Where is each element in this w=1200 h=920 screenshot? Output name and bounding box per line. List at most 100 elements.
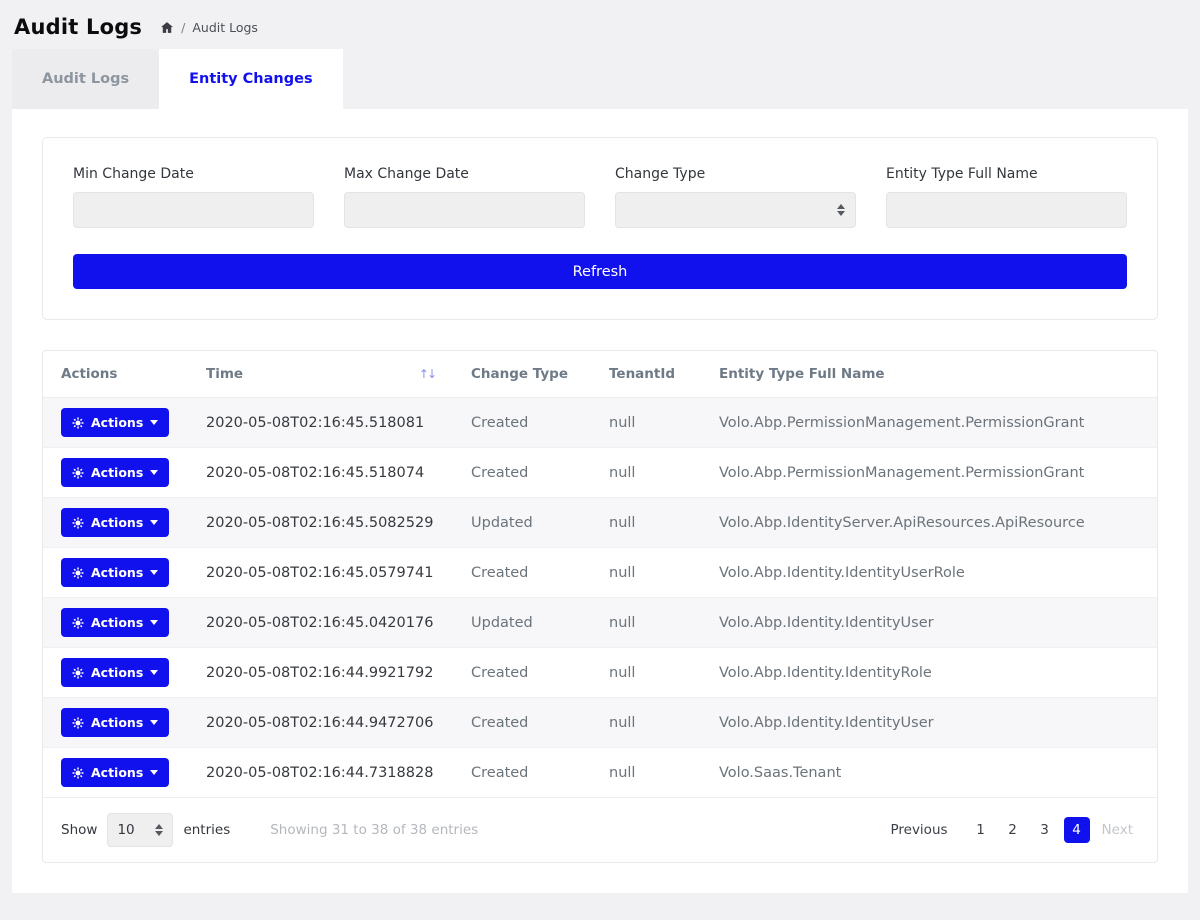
gear-icon bbox=[72, 617, 84, 629]
time-cell: 2020-05-08T02:16:45.5082529 bbox=[188, 498, 453, 548]
change-type-cell: Created bbox=[453, 448, 591, 498]
gear-icon bbox=[72, 717, 84, 729]
page-size-value: 10 bbox=[117, 822, 134, 838]
filter-card: Min Change Date Max Change Date Change T… bbox=[42, 137, 1158, 320]
gear-icon bbox=[72, 417, 84, 429]
change-type-cell: Created bbox=[453, 548, 591, 598]
pagination-previous[interactable]: Previous bbox=[884, 817, 953, 843]
tenant-id-cell: null bbox=[591, 398, 701, 448]
table-card: Actions Time ↑↓ Change Type TenantId Ent… bbox=[42, 350, 1158, 863]
breadcrumb-separator: / bbox=[181, 20, 185, 35]
tenant-id-cell: null bbox=[591, 698, 701, 748]
table-row: Actions 2020-05-08T02:16:44.7318828 Crea… bbox=[43, 748, 1157, 798]
row-actions-label: Actions bbox=[91, 615, 143, 630]
row-actions-label: Actions bbox=[91, 765, 143, 780]
row-actions-button[interactable]: Actions bbox=[61, 558, 169, 587]
caret-down-icon bbox=[150, 470, 158, 475]
entries-summary: Showing 31 to 38 of 38 entries bbox=[270, 822, 478, 838]
breadcrumb: / Audit Logs bbox=[160, 20, 258, 35]
gear-icon bbox=[72, 567, 84, 579]
column-header-change-type: Change Type bbox=[453, 351, 591, 398]
page-size-select[interactable]: 10 bbox=[107, 813, 173, 847]
time-cell: 2020-05-08T02:16:45.518081 bbox=[188, 398, 453, 448]
row-actions-label: Actions bbox=[91, 715, 143, 730]
pagination-page-4[interactable]: 4 bbox=[1064, 817, 1090, 843]
table-footer: Show 10 entries Showing 31 to 38 of 38 e… bbox=[43, 798, 1157, 862]
column-header-entity-type: Entity Type Full Name bbox=[701, 351, 1157, 398]
table-header-row: Actions Time ↑↓ Change Type TenantId Ent… bbox=[43, 351, 1157, 398]
content-area: Audit Logs Entity Changes Min Change Dat… bbox=[12, 49, 1188, 893]
column-header-time-label: Time bbox=[206, 366, 243, 382]
table-row: Actions 2020-05-08T02:16:45.5082529 Upda… bbox=[43, 498, 1157, 548]
tenant-id-cell: null bbox=[591, 598, 701, 648]
gear-icon bbox=[72, 517, 84, 529]
caret-down-icon bbox=[150, 570, 158, 575]
select-arrows-icon bbox=[155, 824, 163, 836]
time-cell: 2020-05-08T02:16:44.7318828 bbox=[188, 748, 453, 798]
entity-type-cell: Volo.Saas.Tenant bbox=[701, 748, 1157, 798]
tab-entity-changes[interactable]: Entity Changes bbox=[159, 49, 342, 109]
tab-bar: Audit Logs Entity Changes bbox=[12, 49, 1188, 109]
min-change-date-field-group: Min Change Date bbox=[73, 166, 314, 228]
pagination-page-1[interactable]: 1 bbox=[968, 817, 994, 843]
caret-down-icon bbox=[150, 770, 158, 775]
row-actions-label: Actions bbox=[91, 415, 143, 430]
time-cell: 2020-05-08T02:16:44.9472706 bbox=[188, 698, 453, 748]
time-cell: 2020-05-08T02:16:45.518074 bbox=[188, 448, 453, 498]
time-cell: 2020-05-08T02:16:45.0420176 bbox=[188, 598, 453, 648]
change-type-select[interactable] bbox=[615, 192, 856, 228]
max-change-date-input[interactable] bbox=[344, 192, 585, 228]
table-row: Actions 2020-05-08T02:16:44.9921792 Crea… bbox=[43, 648, 1157, 698]
time-cell: 2020-05-08T02:16:45.0579741 bbox=[188, 548, 453, 598]
pagination-page-3[interactable]: 3 bbox=[1032, 817, 1058, 843]
caret-down-icon bbox=[150, 670, 158, 675]
breadcrumb-current: Audit Logs bbox=[192, 20, 258, 35]
column-header-actions: Actions bbox=[43, 351, 188, 398]
entity-type-field-group: Entity Type Full Name bbox=[886, 166, 1127, 228]
caret-down-icon bbox=[150, 720, 158, 725]
refresh-button[interactable]: Refresh bbox=[73, 254, 1127, 289]
gear-icon bbox=[72, 667, 84, 679]
change-type-cell: Created bbox=[453, 748, 591, 798]
row-actions-button[interactable]: Actions bbox=[61, 408, 169, 437]
change-type-cell: Created bbox=[453, 398, 591, 448]
page-header: Audit Logs / Audit Logs bbox=[0, 0, 1200, 49]
entity-type-cell: Volo.Abp.Identity.IdentityUser bbox=[701, 698, 1157, 748]
row-actions-button[interactable]: Actions bbox=[61, 658, 169, 687]
tenant-id-cell: null bbox=[591, 448, 701, 498]
select-arrows-icon bbox=[837, 204, 845, 216]
max-change-date-field-group: Max Change Date bbox=[344, 166, 585, 228]
change-type-field-group: Change Type bbox=[615, 166, 856, 228]
tenant-id-cell: null bbox=[591, 548, 701, 598]
tenant-id-cell: null bbox=[591, 748, 701, 798]
entity-type-full-name-label: Entity Type Full Name bbox=[886, 166, 1127, 182]
pagination-page-2[interactable]: 2 bbox=[1000, 817, 1026, 843]
min-change-date-input[interactable] bbox=[73, 192, 314, 228]
entity-type-cell: Volo.Abp.PermissionManagement.Permission… bbox=[701, 448, 1157, 498]
row-actions-label: Actions bbox=[91, 515, 143, 530]
tenant-id-cell: null bbox=[591, 498, 701, 548]
tab-audit-logs[interactable]: Audit Logs bbox=[12, 49, 159, 109]
max-change-date-label: Max Change Date bbox=[344, 166, 585, 182]
entity-changes-panel: Min Change Date Max Change Date Change T… bbox=[12, 109, 1188, 893]
pagination-next[interactable]: Next bbox=[1096, 817, 1139, 843]
table-row: Actions 2020-05-08T02:16:45.518081 Creat… bbox=[43, 398, 1157, 448]
row-actions-button[interactable]: Actions bbox=[61, 708, 169, 737]
entity-changes-table: Actions Time ↑↓ Change Type TenantId Ent… bbox=[43, 351, 1157, 798]
entity-type-full-name-input[interactable] bbox=[886, 192, 1127, 228]
table-row: Actions 2020-05-08T02:16:44.9472706 Crea… bbox=[43, 698, 1157, 748]
column-header-time[interactable]: Time ↑↓ bbox=[188, 351, 453, 398]
home-icon[interactable] bbox=[160, 21, 174, 34]
row-actions-button[interactable]: Actions bbox=[61, 508, 169, 537]
row-actions-label: Actions bbox=[91, 565, 143, 580]
table-row: Actions 2020-05-08T02:16:45.0579741 Crea… bbox=[43, 548, 1157, 598]
change-type-cell: Created bbox=[453, 698, 591, 748]
sort-icon: ↑↓ bbox=[419, 367, 435, 381]
entity-type-cell: Volo.Abp.PermissionManagement.Permission… bbox=[701, 398, 1157, 448]
row-actions-button[interactable]: Actions bbox=[61, 608, 169, 637]
entries-label: entries bbox=[183, 822, 230, 838]
row-actions-button[interactable]: Actions bbox=[61, 458, 169, 487]
tenant-id-cell: null bbox=[591, 648, 701, 698]
page-title: Audit Logs bbox=[14, 15, 142, 39]
row-actions-button[interactable]: Actions bbox=[61, 758, 169, 787]
